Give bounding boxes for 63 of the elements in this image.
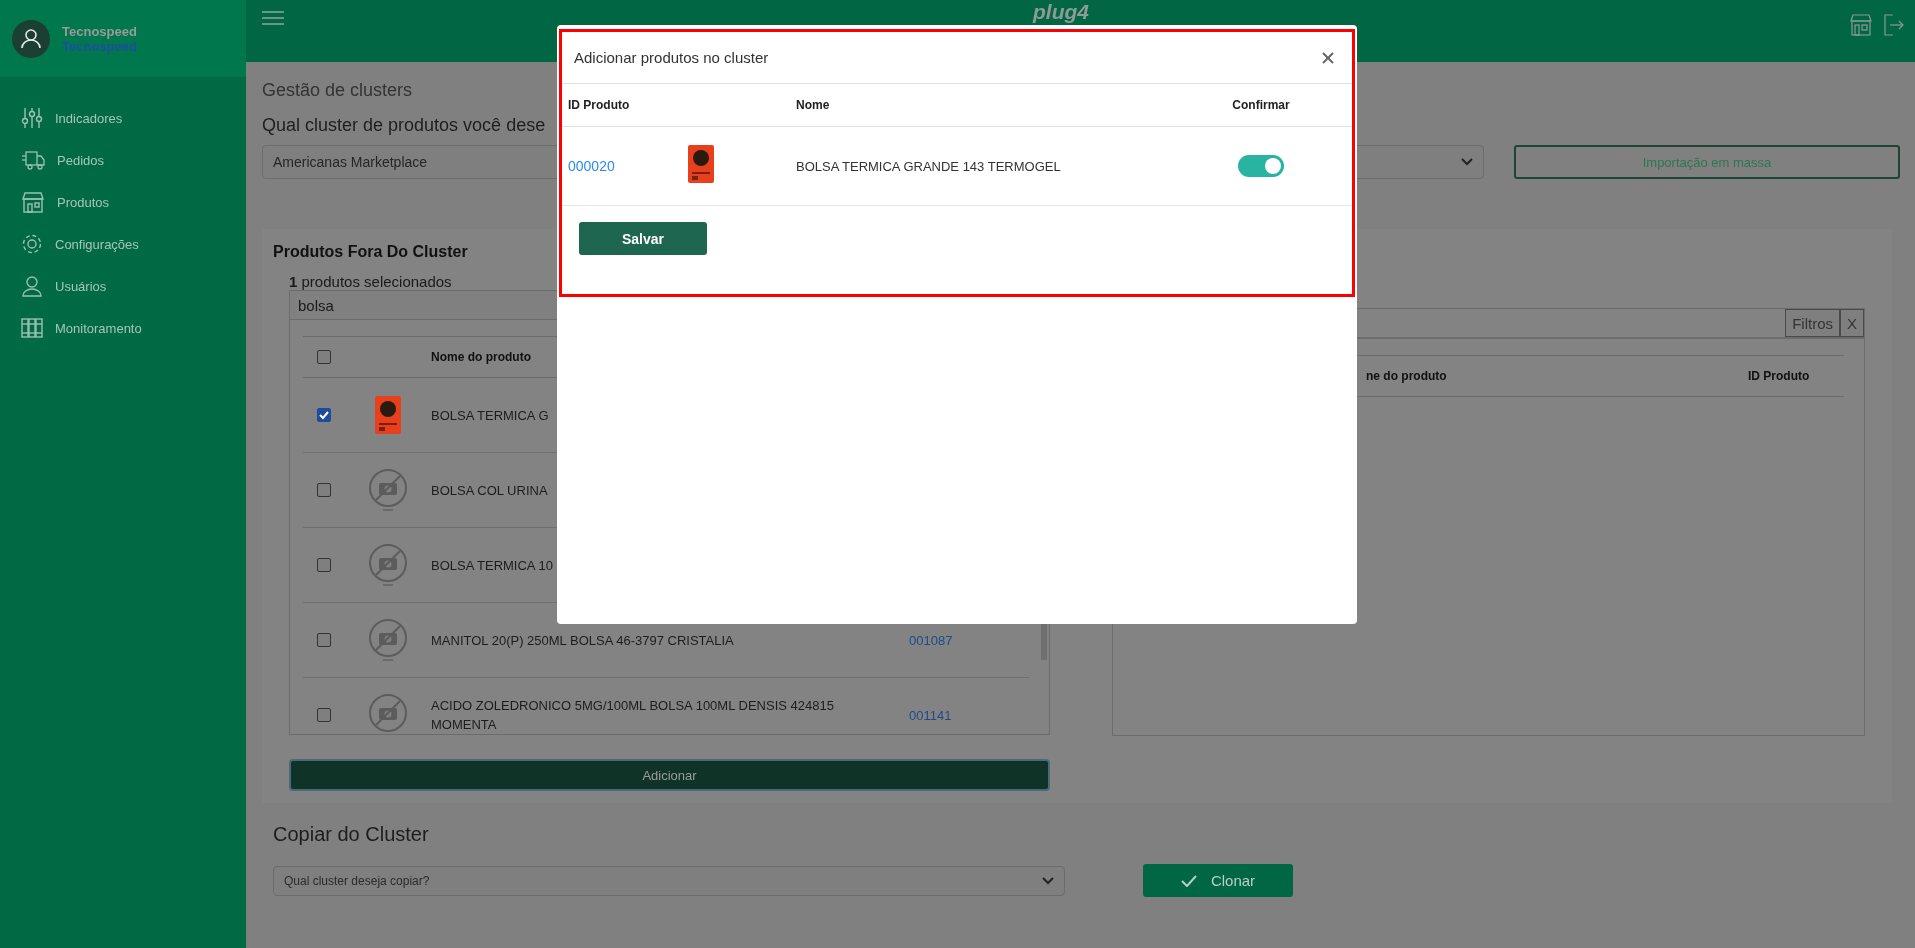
- logo: plug4: [1033, 0, 1089, 24]
- select-all-checkbox[interactable]: [317, 350, 331, 364]
- row-checkbox[interactable]: [317, 558, 331, 572]
- column-header: ID Produto: [1748, 369, 1810, 383]
- product-id-link[interactable]: 001141: [909, 707, 952, 723]
- avatar-icon: [12, 19, 50, 58]
- save-button[interactable]: Salvar: [579, 222, 707, 255]
- column-header: ID Produto: [568, 98, 631, 112]
- bag-image: [375, 396, 401, 434]
- row-checkbox[interactable]: [317, 633, 331, 647]
- chevron-down-icon: [1461, 158, 1473, 166]
- product-id-link[interactable]: 000020: [568, 158, 615, 174]
- no-photo-icon: [368, 543, 408, 587]
- clone-button[interactable]: Clonar: [1143, 864, 1293, 897]
- selection-count: 1 produtos selecionados: [289, 273, 453, 290]
- sidebar-item[interactable]: Produtos: [0, 181, 246, 223]
- row-checkbox[interactable]: [317, 408, 331, 422]
- page-title: Gestão de clusters: [262, 80, 414, 101]
- store-icon: [21, 191, 45, 213]
- section-title: Copiar do Cluster: [273, 823, 430, 846]
- menu-icon[interactable]: [262, 10, 284, 26]
- product-name: BOLSA TERMICA GRANDE 143 TERMOGEL: [796, 158, 1062, 174]
- product-name: ACIDO ZOLEDRONICO 5MG/100ML BOLSA 100ML DENSIS 424815 MOMENTA: [431, 697, 835, 734]
- binders-icon: [21, 317, 43, 339]
- product-name: MANITOL 20(P) 250ML BOLSA 46-3797 CRISTALIA: [431, 631, 735, 650]
- column-header: ne do produto: [1366, 369, 1448, 383]
- user-icon: [21, 275, 43, 297]
- sidebar-item[interactable]: Monitoramento: [0, 307, 246, 349]
- check-icon: [1180, 874, 1197, 887]
- user-name: Tecnospeed: [62, 23, 137, 39]
- sidebar-item[interactable]: Usuários: [0, 265, 246, 307]
- row-checkbox[interactable]: [317, 708, 331, 722]
- panel-title: Produtos Fora Do Cluster: [273, 243, 468, 261]
- sidebar-item[interactable]: Pedidos: [0, 139, 246, 181]
- sidebar-item[interactable]: Indicadores: [0, 97, 246, 139]
- bag-image: [688, 145, 714, 183]
- logout-icon[interactable]: [1884, 14, 1904, 36]
- company-name: Tecnospeed: [62, 38, 137, 54]
- product-name: BOLSA TERMICA G: [431, 406, 550, 425]
- modal-title: Adicionar produtos no cluster: [574, 49, 769, 66]
- no-photo-icon: [368, 693, 408, 734]
- row-checkbox[interactable]: [317, 483, 331, 497]
- close-icon[interactable]: [1322, 51, 1334, 64]
- product-id-link[interactable]: 001087: [909, 632, 953, 648]
- product-name: BOLSA COL URINA: [431, 481, 549, 500]
- no-photo-icon: [368, 468, 408, 512]
- copy-cluster-select[interactable]: Qual cluster deseja copiar?: [273, 865, 1065, 896]
- settings-icon: [21, 233, 43, 255]
- add-button[interactable]: Adicionar: [289, 759, 1050, 791]
- truck-icon: [21, 149, 45, 171]
- no-photo-icon: [368, 618, 408, 662]
- column-header: Nome do produto: [431, 350, 531, 364]
- filters-button[interactable]: Filtros: [1785, 309, 1840, 337]
- confirm-toggle[interactable]: [1238, 155, 1284, 177]
- clear-button[interactable]: X: [1840, 309, 1864, 337]
- column-header: Confirmar: [1231, 98, 1291, 112]
- sliders-icon: [21, 107, 43, 129]
- product-name: BOLSA TERMICA 10: [431, 556, 554, 575]
- question-label: Qual cluster de produtos você dese: [262, 115, 547, 136]
- chevron-down-icon: [1042, 876, 1054, 885]
- store-icon[interactable]: [1850, 14, 1872, 36]
- sidebar-item[interactable]: Configurações: [0, 223, 246, 265]
- column-header: Nome: [796, 98, 831, 112]
